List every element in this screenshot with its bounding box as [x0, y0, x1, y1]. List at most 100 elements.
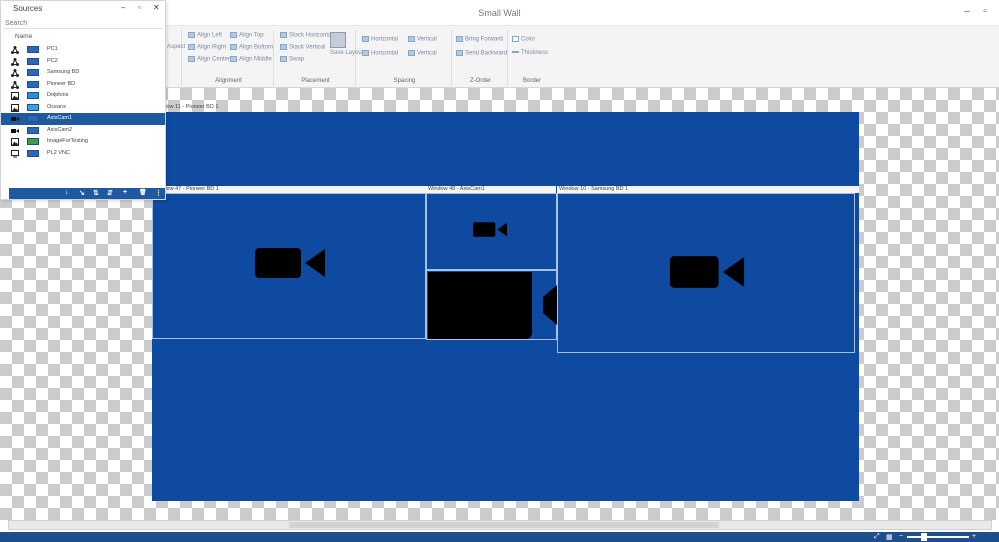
align-left-icon [188, 32, 195, 38]
border-color-button[interactable]: Color [512, 36, 535, 43]
window-title-10: Window 10 - Samsung BD 1 [557, 186, 859, 193]
source-item-pl2-vnc[interactable]: PL2 VNC [1, 148, 165, 160]
stack-vertical-icon [280, 44, 287, 50]
swap-icon [280, 56, 287, 62]
fit-icon[interactable]: ⤢ [874, 533, 880, 541]
source-item-axiscam2[interactable]: AxisCam2 [1, 125, 165, 137]
source-thumb-icon [27, 115, 39, 122]
align-middle-icon [230, 56, 237, 62]
sources-panel-title: Sources [13, 4, 43, 13]
color-swatch-icon [512, 36, 519, 42]
source-thumb-icon [27, 92, 39, 99]
image-icon [11, 138, 19, 146]
ribbon-group-placement: Stack Horizontal Stack Vertical Swap Sav… [276, 30, 363, 86]
even-horizontal-button[interactable]: Horizontal [362, 50, 398, 57]
column-header-name[interactable]: Name [15, 33, 32, 40]
ribbon-group-spacing: Horizontal Vertical Horizontal Vertical … [358, 30, 452, 86]
wall-window-47[interactable] [152, 193, 426, 339]
ribbon-group-alignment: Align Left Align Top Align Right Align B… [184, 30, 274, 86]
wall-window-48[interactable] [426, 193, 557, 270]
group-label-placement: Placement [301, 78, 330, 84]
sort-ascending-button[interactable]: ⇅ [93, 189, 99, 197]
stack-horizontal-button[interactable]: Stack Horizontal [280, 32, 333, 39]
even-vertical-icon [408, 50, 415, 56]
sources-list: PC1 PC2 Samsung BD Pioneer BD Dolphins O… [1, 44, 165, 159]
source-item-imagefortesting[interactable]: ImageForTesting [1, 136, 165, 148]
align-top-button[interactable]: Align Top [230, 32, 264, 39]
add-source-button[interactable]: + [123, 189, 127, 196]
even-vertical-button[interactable]: Vertical [408, 50, 437, 57]
ribbon-group-zorder: Bring Forward Send Backward Z-Order [454, 30, 508, 86]
image-icon [11, 103, 19, 112]
space-horizontal-button[interactable]: Horizontal [362, 36, 398, 43]
camera-icon [11, 117, 19, 121]
camera-body-shape [428, 272, 532, 339]
zoom-in-button[interactable]: + [972, 533, 976, 540]
source-item-pioneer-bd[interactable]: Pioneer BD [1, 79, 165, 91]
video-camera-icon [255, 248, 325, 278]
maximize-button[interactable]: ▫ [978, 6, 992, 17]
align-bottom-icon [230, 44, 237, 50]
network-pc-icon [11, 69, 19, 77]
sources-panel: Sources – ▫ ✕ Name PC1 PC2 Samsung BD Pi… [0, 0, 166, 200]
zoom-slider-thumb[interactable] [921, 533, 927, 541]
source-item-pc2[interactable]: PC2 [1, 56, 165, 68]
network-pc-icon [11, 80, 19, 89]
source-item-samsung-bd[interactable]: Samsung BD [1, 67, 165, 79]
scrollbar-thumb[interactable] [289, 522, 719, 528]
send-backward-icon [456, 50, 463, 56]
align-middle-button[interactable]: Align Middle [230, 56, 272, 63]
group-label-zorder: Z-Order [470, 78, 491, 84]
panel-dock-button[interactable]: ▫ [138, 3, 141, 12]
source-item-axiscam1[interactable]: AxisCam1 [1, 113, 165, 125]
space-vertical-button[interactable]: Vertical [408, 36, 437, 43]
align-right-button[interactable]: Align Right [188, 44, 226, 51]
zoom-slider[interactable] [907, 536, 969, 538]
group-label-spacing: Spacing [393, 78, 416, 84]
source-thumb-icon [27, 80, 39, 88]
network-pc-icon [11, 46, 19, 54]
image-icon [11, 92, 19, 100]
border-thickness-button[interactable]: Thickness [512, 50, 548, 56]
stack-vertical-button[interactable]: Stack Vertical [280, 44, 325, 51]
group-label-border: Border [522, 78, 541, 84]
more-options-button[interactable]: ⋮ [155, 189, 162, 197]
sources-toolbar: ↓ ↘ ⇅ ⇵ + 🗑 ⋮ [9, 188, 165, 199]
network-pc-icon [11, 57, 19, 66]
thickness-icon [512, 51, 519, 54]
align-top-icon [230, 32, 237, 38]
send-backward-button[interactable]: Send Backward [456, 50, 507, 57]
source-thumb-icon [27, 69, 39, 76]
source-item-oceans[interactable]: Oceans [1, 102, 165, 114]
panel-close-button[interactable]: ✕ [153, 3, 160, 12]
sort-descending-button[interactable]: ⇵ [107, 189, 113, 197]
source-item-dolphins[interactable]: Dolphins [1, 90, 165, 102]
camera-preview[interactable] [426, 270, 557, 340]
source-item-pc1[interactable]: PC1 [1, 44, 165, 56]
wall-window-10[interactable] [557, 193, 855, 353]
zoom-out-button[interactable]: − [899, 533, 903, 540]
source-thumb-icon [27, 149, 39, 157]
align-center-button[interactable]: Align Center [188, 56, 230, 63]
bring-forward-icon [456, 36, 463, 42]
window-title-11: Window 11 - Pioneer BD 1 [154, 104, 219, 110]
delete-source-button[interactable]: 🗑 [139, 189, 147, 196]
aspect-ratio-button[interactable]: Aspect [167, 44, 185, 50]
minimize-button[interactable]: – [960, 6, 974, 17]
move-down-right-button[interactable]: ↘ [79, 189, 85, 197]
source-thumb-icon [27, 126, 39, 134]
even-horizontal-icon [362, 50, 369, 56]
align-bottom-button[interactable]: Align Bottom [230, 44, 273, 51]
sources-search-input[interactable] [3, 18, 163, 29]
bring-forward-button[interactable]: Bring Forward [456, 36, 503, 43]
video-camera-icon [669, 256, 745, 288]
horizontal-scrollbar[interactable] [8, 520, 992, 530]
grid-toggle-icon[interactable]: ▦ [886, 533, 893, 541]
source-thumb-icon [27, 57, 39, 65]
move-down-button[interactable]: ↓ [65, 189, 69, 196]
group-label-alignment: Alignment [215, 78, 242, 84]
swap-button[interactable]: Swap [280, 56, 304, 63]
source-thumb-icon [27, 138, 39, 145]
panel-minimize-button[interactable]: – [121, 3, 125, 12]
align-left-button[interactable]: Align Left [188, 32, 222, 39]
